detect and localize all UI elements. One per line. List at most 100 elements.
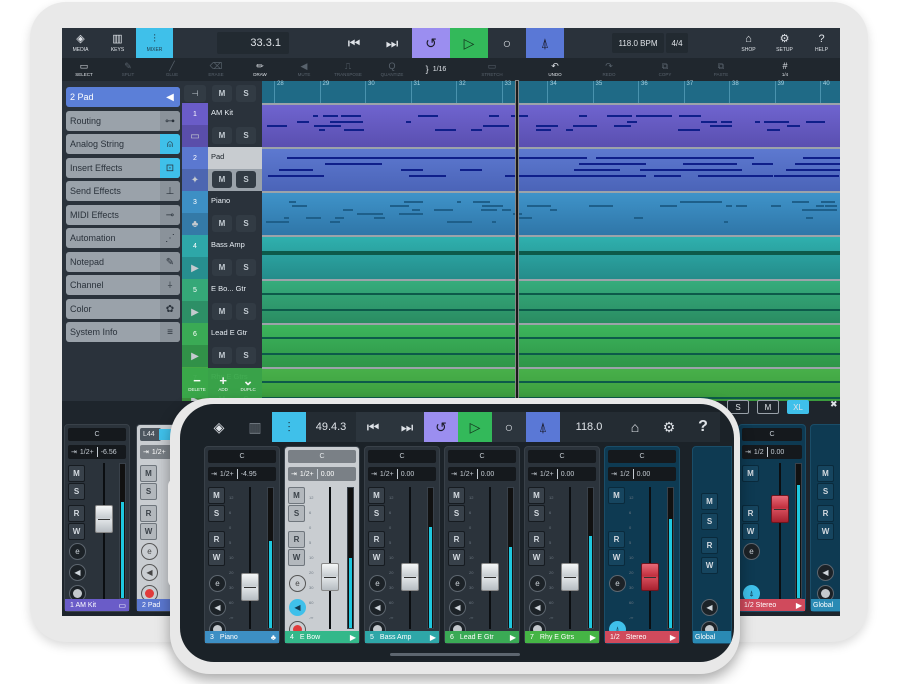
write-button[interactable]: W [368, 549, 385, 566]
track-lane[interactable] [262, 323, 840, 367]
play-button[interactable]: ▷ [458, 412, 492, 442]
output-display[interactable]: ⇥ 1/2+ 0.00 [448, 467, 516, 481]
mute-button[interactable]: M [208, 487, 225, 504]
record-button[interactable]: ○ [492, 412, 526, 442]
channel-name[interactable]: 6 Lead E Gtr ▶ [445, 631, 519, 643]
volume-fader[interactable] [641, 563, 659, 591]
read-button[interactable]: R [817, 505, 834, 522]
solo-button[interactable]: S [368, 505, 385, 522]
monitor-button[interactable]: ◀ [701, 599, 718, 616]
read-button[interactable]: R [448, 531, 465, 548]
solo-button[interactable]: S [68, 483, 85, 500]
inspector-item-automation[interactable]: Automation ⋰ [66, 228, 180, 248]
forward-button[interactable]: ⏭ [373, 28, 411, 58]
tool-transpose[interactable]: ⎍ TRANSPOSE [326, 58, 370, 81]
close-mixer-icon[interactable]: ✖ [830, 399, 838, 410]
write-button[interactable]: W [817, 523, 834, 540]
edit-button[interactable]: e [209, 575, 226, 592]
help-button[interactable]: ? HELP [803, 28, 840, 58]
global-mute-button[interactable]: M [212, 85, 232, 102]
solo-button[interactable]: S [701, 513, 718, 530]
pan-display[interactable]: C [608, 450, 676, 463]
channel-name[interactable]: 4E Bow ▶ [285, 631, 359, 643]
mute-button[interactable]: M [742, 465, 759, 482]
track-header[interactable]: 5 ▶ E Bo... Gtr M S [182, 279, 262, 323]
pan-display[interactable]: C [68, 428, 126, 441]
track-mute-button[interactable]: M [212, 303, 232, 320]
shop-button[interactable]: ⌂ [618, 412, 652, 442]
track-name[interactable]: Piano [211, 196, 230, 205]
track-header[interactable]: 4 ▶ Bass Amp M S [182, 235, 262, 279]
edit-button[interactable]: e [449, 575, 466, 592]
pan-display[interactable]: C [742, 428, 802, 441]
inspector-track-title[interactable]: 2 Pad ◀ [66, 87, 180, 107]
monitor-button[interactable]: ◀ [209, 599, 226, 616]
global-solo-button[interactable]: S [236, 85, 256, 102]
track-mute-button[interactable]: M [212, 347, 232, 364]
channel-name[interactable]: 7 Rhy E Gtrs ▶ [525, 631, 599, 643]
mute-button[interactable]: M [448, 487, 465, 504]
solo-button[interactable]: S [208, 505, 225, 522]
read-button[interactable]: R [701, 537, 718, 554]
mixer-button[interactable]: ⫶ MIXER [136, 28, 173, 58]
delete-track-button[interactable]: − DELETE [188, 374, 206, 392]
keys-button[interactable]: ▥ KEYS [99, 28, 136, 58]
audio-icon[interactable]: ▶ [182, 345, 208, 367]
pan-display[interactable]: C [288, 450, 356, 463]
monitor-button[interactable]: ◀ [449, 599, 466, 616]
write-button[interactable]: W [208, 549, 225, 566]
track-solo-button[interactable]: S [236, 303, 256, 320]
output-display[interactable]: ⇥ 1/2+ 0.00 [288, 467, 356, 481]
timeline-ruler[interactable]: 28 29 30 31 32 33 34 35 36 37 38 39 40 [262, 81, 840, 103]
audio-icon[interactable]: ▶ [182, 301, 208, 323]
channel-name[interactable]: 1/2 Stereo ▶ [605, 631, 679, 643]
mute-button[interactable]: M [288, 487, 305, 504]
volume-fader[interactable] [95, 505, 113, 533]
inspector-item-routing[interactable]: Routing ⊶ [66, 111, 180, 131]
collapse-icon[interactable]: ◀ [160, 87, 180, 107]
mute-button[interactable]: M [817, 465, 834, 482]
play-button[interactable]: ▷ [450, 28, 488, 58]
setup-button[interactable]: ⚙ [652, 412, 686, 442]
write-button[interactable]: W [68, 523, 85, 540]
monitor-button[interactable]: ◀ [529, 599, 546, 616]
track-mute-button[interactable]: M [212, 171, 232, 188]
track-header[interactable]: 2 ✦ Pad M S [182, 147, 262, 191]
rewind-button[interactable]: ⏮ [356, 412, 390, 442]
tool-select[interactable]: ▭ SELECT [62, 58, 106, 81]
edit-button[interactable]: e [743, 543, 760, 560]
media-button[interactable]: ◈ MEDIA [62, 28, 99, 58]
edit-button[interactable]: e [141, 543, 158, 560]
drum-icon[interactable]: ▭ [182, 125, 208, 147]
inspector-item-notepad[interactable]: Notepad ✎ [66, 252, 180, 272]
track-header[interactable]: 1 ▭ AM Kit M S [182, 103, 262, 147]
tool-glue[interactable]: ╱ GLUE [150, 58, 194, 81]
track-header[interactable]: 3 ♣ Piano M S [182, 191, 262, 235]
mute-button[interactable]: M [368, 487, 385, 504]
write-button[interactable]: W [742, 523, 759, 540]
mute-button[interactable]: M [140, 465, 157, 482]
track-options-button[interactable]: ⊣ [184, 85, 206, 102]
channel-name[interactable]: Global [811, 599, 840, 611]
read-button[interactable]: R [288, 531, 305, 548]
edit-button[interactable]: e [369, 575, 386, 592]
edit-button[interactable]: e [69, 543, 86, 560]
track-solo-button[interactable]: S [236, 171, 256, 188]
track-name[interactable]: Lead E Gtr [211, 328, 247, 337]
read-button[interactable]: R [368, 531, 385, 548]
shop-button[interactable]: ⌂ SHOP [730, 28, 767, 58]
edit-button[interactable]: e [529, 575, 546, 592]
tool-mute[interactable]: ◀ MUTE [282, 58, 326, 81]
channel-name[interactable]: 1/2 Stereo ▶ [739, 599, 805, 611]
track-solo-button[interactable]: S [236, 347, 256, 364]
monitor-button[interactable]: ◀ [289, 599, 306, 616]
mute-button[interactable]: M [701, 493, 718, 510]
volume-fader[interactable] [771, 495, 789, 523]
undo-button[interactable]: ↶ UNDO [526, 58, 584, 81]
pan-display[interactable]: L44 [140, 428, 161, 441]
forward-button[interactable]: ⏭ [390, 412, 424, 442]
monitor-button[interactable]: ◀ [817, 564, 834, 581]
rewind-button[interactable]: ⏮ [335, 28, 373, 58]
tool-stretch[interactable]: ▭ STRETCH [458, 58, 526, 81]
track-name[interactable]: Pad [211, 152, 224, 161]
